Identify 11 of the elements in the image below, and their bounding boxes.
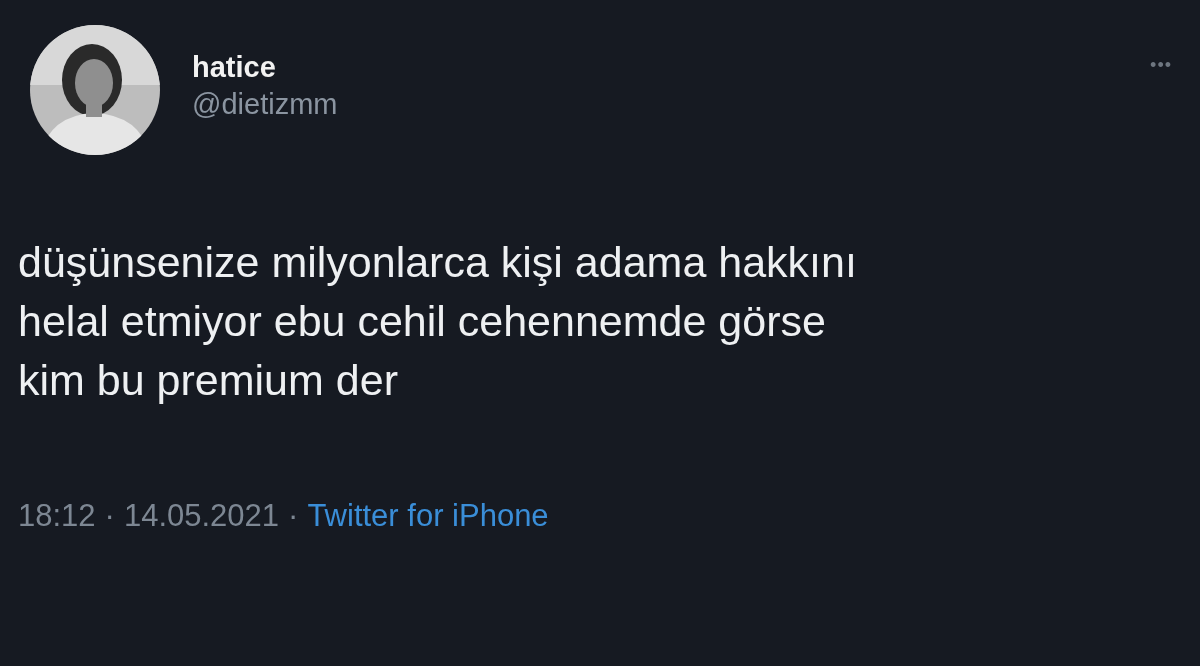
tweet-time: 18:12 [18, 498, 96, 534]
tweet-text: kim bu premium der [18, 355, 399, 406]
user-handle: @dietizmm [192, 88, 338, 121]
separator-dot: · [104, 498, 115, 534]
separator-dot: · [288, 498, 299, 534]
tweet-text: düşünsenize milyonlarca kişi adama hakkını [18, 237, 858, 288]
tweet-text: helal etmiyor ebu cehil cehennemde görse [18, 296, 827, 347]
more-button[interactable]: ••• [1150, 55, 1172, 76]
tweet-date: 14.05.2021 [123, 498, 280, 534]
source-link[interactable]: Twitter for iPhone [307, 498, 549, 534]
user-name: hatice [192, 51, 277, 84]
